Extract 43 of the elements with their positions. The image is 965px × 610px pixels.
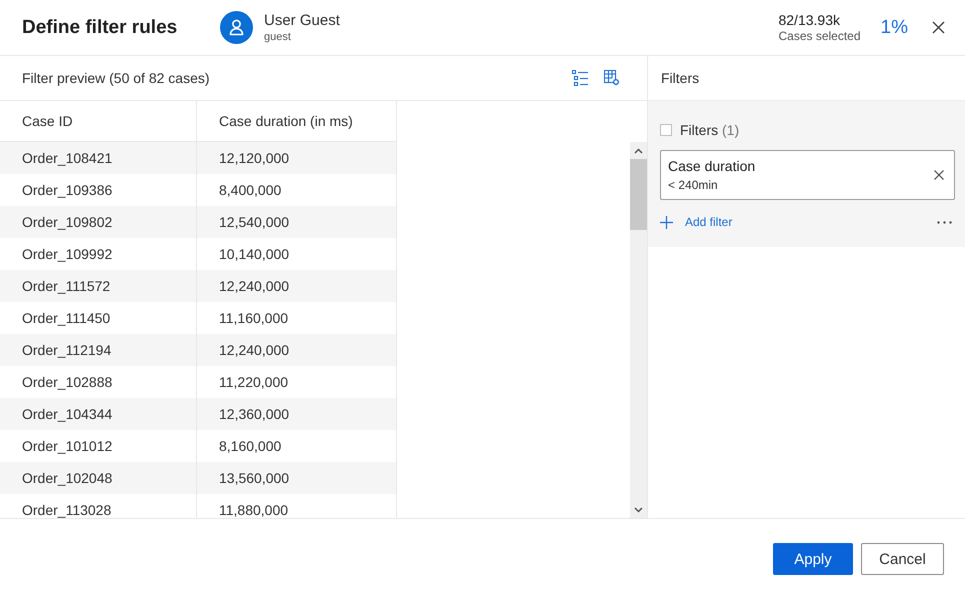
filter-card[interactable]: Case duration < 240min bbox=[660, 150, 955, 200]
column-header[interactable]: Case ID bbox=[0, 101, 197, 141]
table-cell: 12,240,000 bbox=[197, 334, 397, 366]
table-cell: Order_102048 bbox=[0, 462, 197, 494]
cases-count: 82/13.93k bbox=[778, 12, 841, 29]
scrollbar[interactable] bbox=[630, 142, 647, 518]
apply-button[interactable]: Apply bbox=[773, 543, 853, 575]
filters-title: Filters bbox=[661, 70, 700, 86]
filter-condition: < 240min bbox=[668, 178, 719, 192]
list-icon[interactable] bbox=[572, 70, 588, 86]
selected-percent: 1% bbox=[880, 16, 908, 38]
table-cell: Order_113028 bbox=[0, 494, 197, 518]
table-cell: 12,540,000 bbox=[197, 206, 397, 238]
table-cell: Order_104344 bbox=[0, 398, 197, 430]
column-header[interactable]: Case duration (in ms) bbox=[197, 101, 397, 141]
table-cell: 12,360,000 bbox=[197, 398, 397, 430]
checkbox[interactable] bbox=[660, 124, 672, 136]
scroll-down-icon[interactable] bbox=[634, 507, 643, 513]
scroll-thumb[interactable] bbox=[630, 159, 647, 230]
remove-icon[interactable] bbox=[934, 170, 944, 180]
user-name: User Guest bbox=[264, 12, 340, 30]
table-cell: 12,240,000 bbox=[197, 270, 397, 302]
table-cell: 12,120,000 bbox=[197, 142, 397, 174]
table-cell: Order_111572 bbox=[0, 270, 197, 302]
avatar-icon bbox=[220, 11, 253, 44]
table-cell: Order_109802 bbox=[0, 206, 197, 238]
table-cell: 11,880,000 bbox=[197, 494, 397, 518]
close-icon[interactable] bbox=[932, 21, 945, 34]
table-settings-icon[interactable] bbox=[604, 70, 620, 86]
table-cell: Order_108421 bbox=[0, 142, 197, 174]
table-cell: Order_112194 bbox=[0, 334, 197, 366]
filter-name: Case duration bbox=[668, 158, 756, 175]
user-role: guest bbox=[264, 30, 292, 44]
more-icon[interactable] bbox=[937, 220, 952, 224]
add-filter-link[interactable]: Add filter bbox=[685, 215, 732, 229]
filters-group-label: Filters (1) bbox=[680, 122, 740, 138]
cancel-button[interactable]: Cancel bbox=[861, 543, 944, 575]
scroll-up-icon[interactable] bbox=[634, 148, 643, 154]
dialog-title: Define filter rules bbox=[22, 16, 178, 38]
cases-label: Cases selected bbox=[778, 29, 861, 43]
plus-icon[interactable] bbox=[660, 216, 673, 228]
preview-title: Filter preview (50 of 82 cases) bbox=[22, 70, 210, 86]
table-cell: 13,560,000 bbox=[197, 462, 397, 494]
